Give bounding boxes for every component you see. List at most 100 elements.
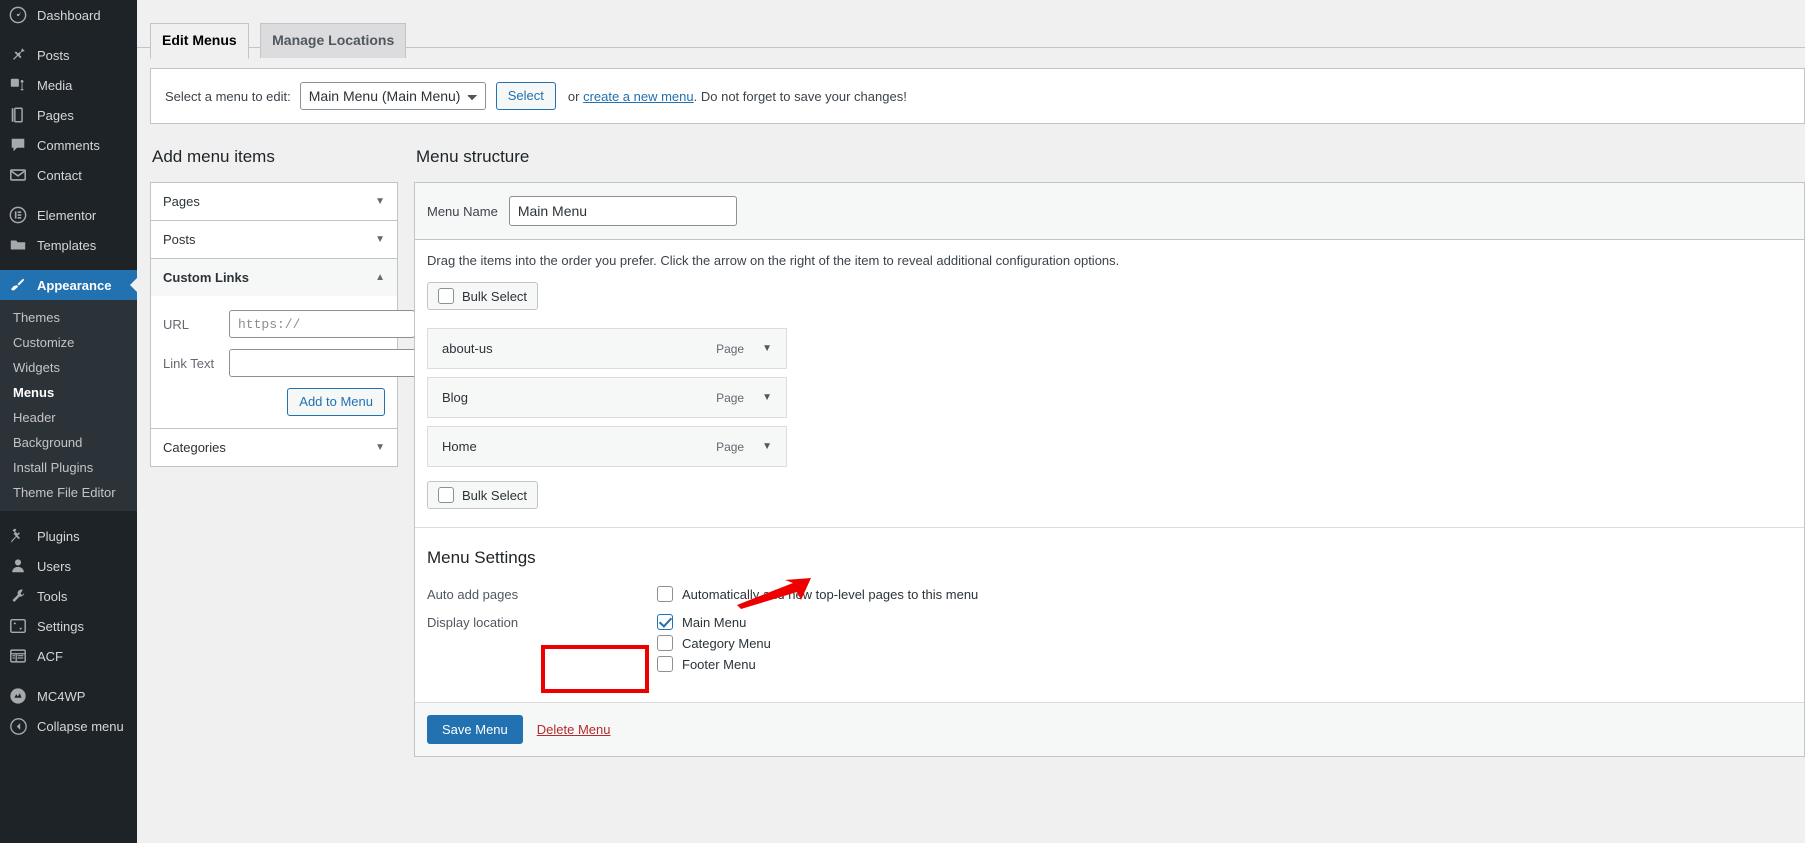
sidebar-item-pages[interactable]: Pages: [0, 100, 137, 130]
location-checkbox[interactable]: [657, 635, 673, 651]
sidebar-item-label: Dashboard: [37, 9, 101, 22]
menu-select-dropdown[interactable]: Main Menu (Main Menu): [300, 82, 486, 110]
menu-item-type: Page: [716, 391, 744, 405]
pin-icon: [8, 45, 28, 65]
bulk-select-checkbox[interactable]: [438, 288, 454, 304]
location-option-main-menu[interactable]: Main Menu: [657, 614, 771, 630]
sidebar-bottom-items: PluginsUsers Tools Settings ACF MC4WP: [0, 511, 137, 711]
sidebar-item-label: Posts: [37, 49, 70, 62]
submenu-item-widgets[interactable]: Widgets: [0, 355, 137, 380]
custom-links-body: URL Link Text Add to Menu: [151, 296, 397, 428]
tab-manage-locations[interactable]: Manage Locations: [260, 23, 406, 58]
chevron-down-icon[interactable]: ▼: [762, 441, 772, 452]
drag-help-text: Drag the items into the order you prefer…: [427, 253, 1792, 268]
sidebar-item-tools[interactable]: Tools: [0, 581, 137, 611]
sidebar-item-label: Pages: [37, 109, 74, 122]
menu-item-meta: Page▼: [716, 440, 772, 454]
menu-structure-heading: Menu structure: [416, 146, 1805, 168]
menu-name-label: Menu Name: [427, 204, 498, 219]
auto-add-pages-row: Auto add pages Automatically add new top…: [427, 586, 1792, 602]
menu-item-row[interactable]: about-usPage▼: [427, 328, 787, 369]
note-suffix: . Do not forget to save your changes!: [694, 89, 907, 104]
add-menu-items-heading: Add menu items: [152, 146, 398, 168]
mailchimp-icon: [8, 686, 28, 706]
auto-add-pages-option[interactable]: Automatically add new top-level pages to…: [657, 586, 978, 602]
menu-item-title: Blog: [442, 390, 468, 405]
sidebar-item-dashboard[interactable]: Dashboard: [0, 0, 137, 30]
sidebar-item-contact[interactable]: Contact: [0, 160, 137, 190]
delete-menu-link[interactable]: Delete Menu: [537, 722, 611, 737]
sidebar-separator: [0, 671, 137, 681]
display-location-options: Main Menu Category Menu Footer Menu: [657, 614, 771, 672]
auto-add-pages-option-label: Automatically add new top-level pages to…: [682, 587, 978, 602]
sidebar-item-settings[interactable]: Settings: [0, 611, 137, 641]
url-input[interactable]: [229, 310, 415, 338]
sidebar-item-label: Media: [37, 79, 72, 92]
publish-row: Save Menu Delete Menu: [415, 702, 1804, 756]
submenu-item-menus[interactable]: Menus: [0, 380, 137, 405]
collapse-menu-button[interactable]: Collapse menu: [0, 711, 137, 741]
chevron-down-icon[interactable]: ▼: [762, 343, 772, 354]
sidebar-item-posts[interactable]: Posts: [0, 40, 137, 70]
add-menu-items-column: Add menu items Pages ▼ Posts ▼: [150, 146, 398, 467]
table-icon: [8, 646, 28, 666]
submenu-item-customize[interactable]: Customize: [0, 330, 137, 355]
sidebar-item-elementor[interactable]: Elementor: [0, 200, 137, 230]
sidebar-item-acf[interactable]: ACF: [0, 641, 137, 671]
select-button[interactable]: Select: [496, 82, 556, 110]
location-option-category-menu[interactable]: Category Menu: [657, 635, 771, 651]
location-checkbox[interactable]: [657, 656, 673, 672]
bulk-select-top[interactable]: Bulk Select: [427, 282, 538, 310]
auto-add-pages-checkbox[interactable]: [657, 586, 673, 602]
sidebar-item-label: Comments: [37, 139, 100, 152]
accordion-header-pages[interactable]: Pages ▼: [151, 183, 397, 220]
location-option-footer-menu[interactable]: Footer Menu: [657, 656, 771, 672]
submenu-item-install-plugins[interactable]: Install Plugins: [0, 455, 137, 480]
accordion-label-categories: Categories: [163, 440, 226, 455]
sidebar-item-label: ACF: [37, 650, 63, 663]
add-to-menu-button[interactable]: Add to Menu: [287, 388, 385, 416]
collapse-menu-label: Collapse menu: [37, 720, 124, 733]
accordion-header-categories[interactable]: Categories ▼: [151, 429, 397, 466]
link-text-field-row: Link Text: [163, 349, 385, 377]
auto-add-pages-label: Auto add pages: [427, 586, 657, 602]
link-text-input[interactable]: [229, 349, 423, 377]
admin-sidebar: Dashboard Posts Media Pages Comments Contact E…: [0, 0, 137, 843]
menu-item-row[interactable]: Blog Page ▼: [427, 377, 787, 418]
menu-item-title: about-us: [442, 341, 493, 356]
sidebar-item-plugins[interactable]: Plugins: [0, 521, 137, 551]
save-menu-button[interactable]: Save Menu: [427, 715, 523, 744]
sidebar-item-label: Settings: [37, 620, 84, 633]
accordion-header-custom-links[interactable]: Custom Links ▲: [151, 259, 397, 296]
chevron-down-icon[interactable]: ▼: [762, 392, 772, 403]
sidebar-separator: [0, 260, 137, 270]
dashboard-icon: [8, 5, 28, 25]
submenu-item-themes[interactable]: Themes: [0, 305, 137, 330]
create-menu-note: or create a new menu. Do not forget to s…: [568, 89, 907, 104]
submenu-item-theme-file-editor[interactable]: Theme File Editor: [0, 480, 137, 505]
sidebar-separator: [0, 190, 137, 200]
accordion-section-custom-links: Custom Links ▲ URL Link Text: [151, 258, 397, 428]
sidebar-item-mc4wp[interactable]: MC4WP: [0, 681, 137, 711]
menu-select-bar: Select a menu to edit: Main Menu (Main M…: [150, 68, 1805, 124]
sidebar-item-comments[interactable]: Comments: [0, 130, 137, 160]
wrench-icon: [8, 586, 28, 606]
menu-item-row[interactable]: HomePage▼: [427, 426, 787, 467]
menu-name-input[interactable]: [509, 196, 737, 226]
submenu-item-background[interactable]: Background: [0, 430, 137, 455]
bulk-select-checkbox[interactable]: [438, 487, 454, 503]
accordion-header-posts[interactable]: Posts ▼: [151, 221, 397, 258]
sidebar-item-label: Tools: [37, 590, 67, 603]
location-checkbox[interactable]: [657, 614, 673, 630]
tab-edit-menus[interactable]: Edit Menus: [150, 23, 249, 59]
sidebar-item-users[interactable]: Users: [0, 551, 137, 581]
create-a-new-menu-link[interactable]: create a new menu: [583, 89, 694, 104]
sidebar-separator: [0, 511, 137, 521]
sidebar-item-media[interactable]: Media: [0, 70, 137, 100]
accordion-label-posts: Posts: [163, 232, 196, 247]
sidebar-item-appearance[interactable]: Appearance: [0, 270, 137, 300]
sidebar-item-templates[interactable]: Templates: [0, 230, 137, 260]
bulk-select-bottom-wrap: Bulk Select: [427, 481, 1792, 509]
bulk-select-bottom[interactable]: Bulk Select: [427, 481, 538, 509]
submenu-item-header[interactable]: Header: [0, 405, 137, 430]
